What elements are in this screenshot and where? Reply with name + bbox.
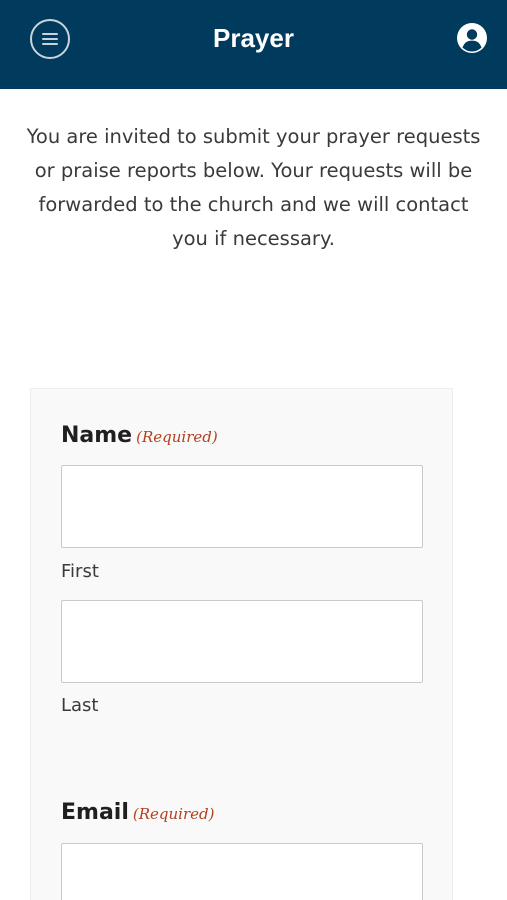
last-name-sublabel: Last [61, 695, 99, 716]
email-field-label: Email (Required) [61, 800, 214, 825]
first-name-input[interactable] [61, 465, 423, 548]
prayer-form: Name (Required) First Last Email (Required… [30, 388, 453, 900]
name-label: Name [61, 423, 133, 448]
first-name-sublabel: First [61, 561, 99, 582]
name-required-note: (Required) [136, 428, 218, 446]
intro-text: You are invited to submit your prayer re… [26, 125, 481, 250]
app-header: Prayer [0, 0, 507, 89]
email-input[interactable] [61, 843, 423, 900]
email-label: Email [61, 800, 129, 825]
page-title: Prayer [213, 23, 294, 53]
account-circle-icon[interactable] [456, 22, 488, 54]
email-required-note: (Required) [132, 805, 215, 823]
last-name-input[interactable] [61, 600, 423, 683]
name-field-label: Name (Required) [61, 423, 218, 448]
